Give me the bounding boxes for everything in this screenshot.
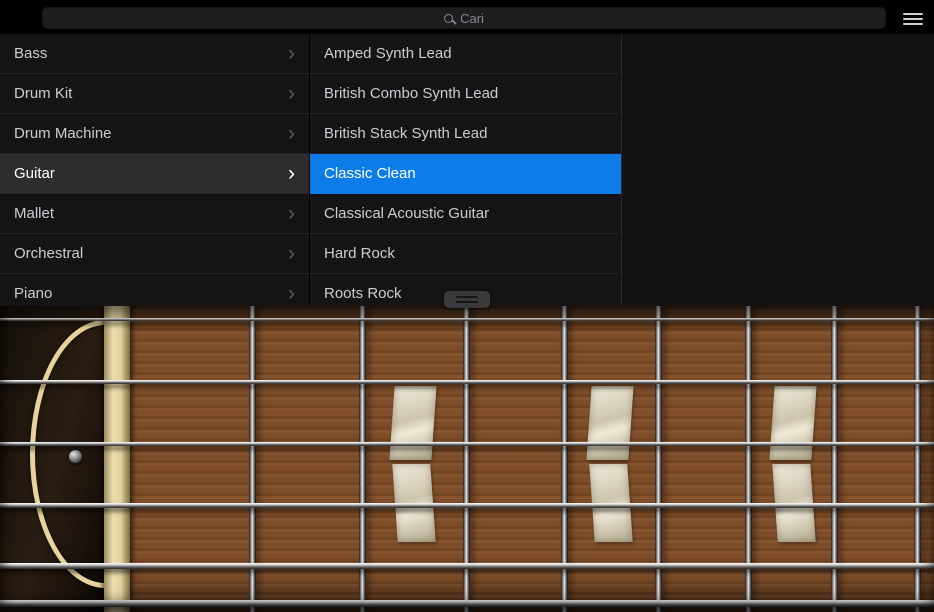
- guitar-fretboard[interactable]: [0, 306, 934, 612]
- body-binding-curve: [30, 320, 104, 588]
- category-label: Orchestral: [14, 245, 83, 262]
- fret-marker-inlay: [769, 386, 816, 460]
- search-placeholder: Cari: [460, 11, 484, 26]
- category-row-orchestral[interactable]: Orchestral ›: [0, 234, 309, 274]
- category-list: Bass › Drum Kit › Drum Machine › Guitar …: [0, 34, 310, 306]
- category-label: Mallet: [14, 205, 54, 222]
- guitar-string-5[interactable]: [0, 563, 934, 569]
- chevron-right-icon: ›: [288, 246, 295, 262]
- sound-browser-list: Bass › Drum Kit › Drum Machine › Guitar …: [0, 34, 934, 306]
- strap-button: [69, 450, 82, 463]
- instrument-label: Amped Synth Lead: [324, 45, 452, 62]
- instrument-label: Hard Rock: [324, 245, 395, 262]
- top-bar: Cari: [0, 0, 934, 34]
- chevron-right-icon: ›: [288, 286, 295, 302]
- category-label: Piano: [14, 285, 52, 302]
- category-row-guitar[interactable]: Guitar ›: [0, 154, 309, 194]
- chevron-right-icon: ›: [288, 206, 295, 222]
- category-label: Guitar: [14, 165, 55, 182]
- instrument-label: Classical Acoustic Guitar: [324, 205, 489, 222]
- search-icon: [444, 14, 453, 23]
- instrument-row-hard-rock[interactable]: Hard Rock: [310, 234, 621, 274]
- category-label: Bass: [14, 45, 47, 62]
- category-row-drum-kit[interactable]: Drum Kit ›: [0, 74, 309, 114]
- category-label: Drum Kit: [14, 85, 72, 102]
- chevron-right-icon: ›: [288, 86, 295, 102]
- list-empty-area: [622, 34, 934, 306]
- guitar-string-4[interactable]: [0, 503, 934, 508]
- category-row-piano[interactable]: Piano ›: [0, 274, 309, 306]
- chevron-right-icon: ›: [288, 46, 295, 62]
- instrument-row-british-combo-synth-lead[interactable]: British Combo Synth Lead: [310, 74, 621, 114]
- category-row-drum-machine[interactable]: Drum Machine ›: [0, 114, 309, 154]
- menu-icon[interactable]: [903, 13, 923, 25]
- instrument-label: Classic Clean: [324, 165, 416, 182]
- instrument-list: Amped Synth Lead British Combo Synth Lea…: [310, 34, 622, 306]
- instrument-label: British Stack Synth Lead: [324, 125, 487, 142]
- fret-marker-inlay: [389, 386, 436, 460]
- instrument-row-british-stack-synth-lead[interactable]: British Stack Synth Lead: [310, 114, 621, 154]
- instrument-row-classic-clean[interactable]: Classic Clean: [310, 154, 621, 194]
- search-input[interactable]: Cari: [42, 7, 886, 29]
- browser-pull-handle[interactable]: [444, 291, 490, 308]
- category-label: Drum Machine: [14, 125, 112, 142]
- chevron-right-icon: ›: [288, 126, 295, 142]
- category-row-bass[interactable]: Bass ›: [0, 34, 309, 74]
- fret-marker-inlay: [586, 386, 633, 460]
- instrument-label: British Combo Synth Lead: [324, 85, 498, 102]
- chevron-right-icon: ›: [288, 166, 295, 182]
- guitar-string-1[interactable]: [0, 318, 934, 321]
- instrument-row-amped-synth-lead[interactable]: Amped Synth Lead: [310, 34, 621, 74]
- garageband-sound-browser-screen: Cari Bass › Drum Kit › Drum Machine › Gu…: [0, 0, 934, 612]
- guitar-string-2[interactable]: [0, 380, 934, 384]
- guitar-string-3[interactable]: [0, 442, 934, 446]
- instrument-row-classical-acoustic-guitar[interactable]: Classical Acoustic Guitar: [310, 194, 621, 234]
- guitar-string-6[interactable]: [0, 600, 934, 607]
- category-row-mallet[interactable]: Mallet ›: [0, 194, 309, 234]
- instrument-label: Roots Rock: [324, 285, 402, 302]
